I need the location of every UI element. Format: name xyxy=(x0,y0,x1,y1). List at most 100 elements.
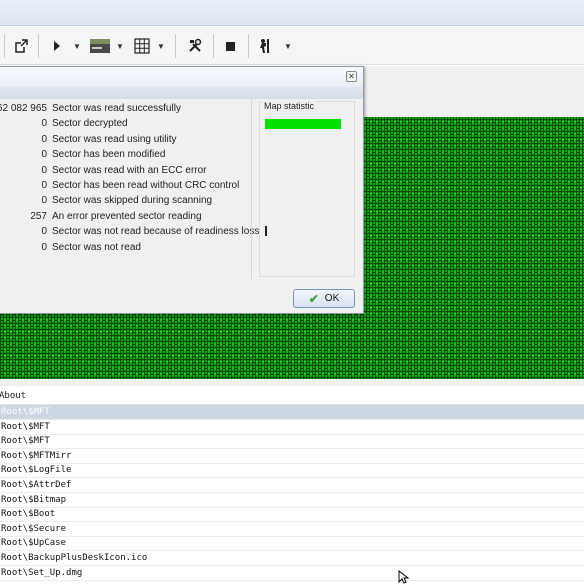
stat-count: 0 xyxy=(41,226,47,238)
grid-icon xyxy=(134,38,150,54)
toolbar-separator xyxy=(4,34,5,58)
export-button[interactable] xyxy=(10,35,32,57)
mouse-cursor-icon xyxy=(398,570,410,584)
stat-row: 262 082 965 Sector was read successfully xyxy=(0,101,252,116)
dialog-header-band xyxy=(0,87,363,99)
toolbar: ▼ ▼ ▼ ▼ xyxy=(0,27,584,65)
stat-row: 0 Sector was skipped during scanning xyxy=(0,193,252,208)
list-item-label: Root\Set_Up.dmg xyxy=(1,567,83,578)
play-icon xyxy=(54,41,60,51)
play-button[interactable] xyxy=(50,35,64,57)
stat-row: 0 Sector decrypted xyxy=(0,116,252,131)
checkmark-icon: ✔ xyxy=(308,291,319,306)
ok-label: OK xyxy=(324,293,340,304)
grid-button[interactable] xyxy=(132,35,152,57)
stat-count: 0 xyxy=(41,195,47,207)
stat-row: 257 An error prevented sector reading xyxy=(0,209,252,224)
stat-count: 0 xyxy=(41,149,47,161)
dropdown-caret-icon: ▼ xyxy=(116,41,124,51)
stat-label: Sector was read using utility xyxy=(52,133,177,145)
stat-label: Sector has been read without CRC control xyxy=(52,180,240,191)
error-bar xyxy=(265,226,267,236)
close-icon: ✕ xyxy=(348,72,355,81)
list-item[interactable]: Root\$AttrDef xyxy=(0,478,584,493)
stat-count: 0 xyxy=(41,241,47,253)
run-button[interactable] xyxy=(256,35,278,57)
stat-label: Sector was read with an ECC error xyxy=(52,164,207,176)
window-titlebar xyxy=(0,0,584,26)
list-item-label: Root\$MFTMirr xyxy=(1,450,72,461)
list-item-label: Root\$Boot xyxy=(1,509,56,520)
map-statistic-dialog: ✕ 262 082 965 Sector was read successfull… xyxy=(0,66,364,314)
disk-image-button[interactable] xyxy=(88,35,112,57)
list-item-label: Root\$MFT xyxy=(1,407,50,417)
tools-button[interactable] xyxy=(185,35,205,57)
stat-label: An error prevented sector reading xyxy=(52,210,202,222)
stat-label: Sector was skipped during scanning xyxy=(52,195,213,207)
stat-row: 0 Sector was not read xyxy=(0,240,252,255)
grid-dropdown[interactable]: ▼ xyxy=(156,35,166,57)
list-item[interactable]: Root\$MFT xyxy=(0,434,584,450)
stat-row: 0 Sector was read with an ECC error xyxy=(0,163,252,178)
tools-icon xyxy=(189,38,202,52)
list-item[interactable]: Root\$UpCase xyxy=(0,536,584,552)
stat-count: 257 xyxy=(30,210,47,222)
divider xyxy=(251,99,252,279)
list-item-label: Root\$MFT xyxy=(1,436,50,447)
list-item-label: Root\$UpCase xyxy=(1,538,67,549)
stat-row: 0 Sector has been read without CRC contro… xyxy=(0,178,252,193)
list-item-label: Root\$MFT xyxy=(1,421,50,432)
stat-label: Sector was not read because of readiness… xyxy=(52,226,260,238)
list-item-label: Root\$Bitmap xyxy=(1,494,67,505)
toolbar-separator xyxy=(213,34,214,58)
map-statistic-group: Map statistic xyxy=(259,101,355,277)
list-item[interactable]: Root\$MFTMirr xyxy=(0,449,584,464)
stat-label: Sector has been modified xyxy=(52,149,166,161)
file-list: About Root\$MFT Root\$MFT Root\$MFT Root… xyxy=(0,389,584,584)
stat-row: 0 Sector was not read because of readines… xyxy=(0,224,259,239)
stat-count: 0 xyxy=(41,180,47,191)
close-button[interactable]: ✕ xyxy=(346,71,357,82)
play-dropdown[interactable]: ▼ xyxy=(72,35,82,57)
stat-label: Sector decrypted xyxy=(52,118,128,130)
list-item[interactable]: Root\$Boot xyxy=(0,507,584,523)
list-item-label: Root\$LogFile xyxy=(1,465,72,476)
toolbar-separator xyxy=(175,34,176,58)
list-item[interactable]: Root\$MFT xyxy=(0,420,584,435)
dropdown-caret-icon: ▼ xyxy=(284,41,292,51)
map-statistic-title: Map statistic xyxy=(263,101,316,111)
run-icon xyxy=(260,39,269,53)
list-header[interactable]: About xyxy=(0,389,584,405)
stat-label: Sector was read successfully xyxy=(52,103,181,114)
list-item[interactable]: Root\Set_Up.dmg xyxy=(0,566,584,581)
list-item-label: Root\$Secure xyxy=(1,523,67,534)
list-item[interactable]: Root\$LogFile xyxy=(0,463,584,479)
stop-icon xyxy=(225,41,235,51)
list-item[interactable]: Root\$Bitmap xyxy=(0,493,584,508)
stat-count: 262 082 965 xyxy=(0,103,47,114)
stop-button[interactable] xyxy=(222,35,238,57)
stat-row: 0 Sector was read using utility xyxy=(0,132,252,147)
stat-count: 0 xyxy=(41,118,47,130)
list-item-label: Root\$AttrDef xyxy=(1,480,72,490)
dialog-titlebar: ✕ xyxy=(0,67,363,87)
dropdown-caret-icon: ▼ xyxy=(73,41,81,51)
ok-button[interactable]: ✔ OK xyxy=(293,289,355,308)
list-item[interactable]: Root\$MFT xyxy=(0,405,584,420)
list-item-label: Root\BackupPlusDeskIcon.ico xyxy=(1,553,148,563)
success-bar xyxy=(265,119,341,129)
dropdown-caret-icon: ▼ xyxy=(157,41,165,51)
column-header-about: About xyxy=(0,391,27,401)
stat-count: 0 xyxy=(41,133,47,145)
sector-stats-list: 262 082 965Sector was read successfully … xyxy=(0,101,259,279)
toolbar-separator xyxy=(248,34,249,58)
stat-label: Sector was not read xyxy=(52,241,141,253)
disk-image-dropdown[interactable]: ▼ xyxy=(115,35,125,57)
disk-image-icon xyxy=(90,39,110,53)
list-item[interactable]: Root\$Secure xyxy=(0,522,584,537)
list-item[interactable]: Root\BackupPlusDeskIcon.ico xyxy=(0,551,584,566)
stat-count: 0 xyxy=(41,164,47,176)
run-dropdown[interactable]: ▼ xyxy=(283,35,293,57)
stat-row: 0 Sector has been modified xyxy=(0,147,252,162)
export-icon xyxy=(15,39,28,53)
